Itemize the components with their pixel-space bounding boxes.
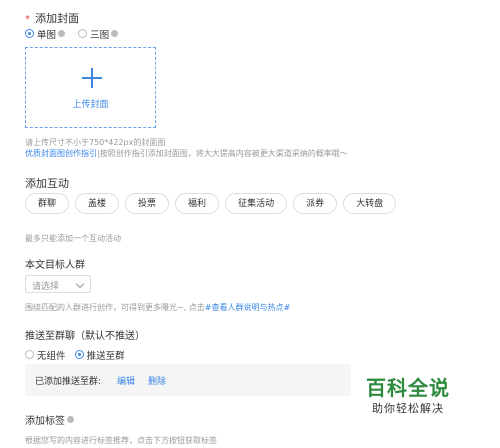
interaction-note: 最多只能添加一个互动活动 bbox=[25, 234, 121, 243]
option-single-image[interactable]: 单图 bbox=[25, 23, 70, 42]
radio-single-image[interactable] bbox=[25, 29, 34, 38]
chip-wheel[interactable]: 大转盘 bbox=[343, 193, 397, 214]
option-three-images[interactable]: 三图 bbox=[78, 23, 119, 42]
delete-link[interactable]: 删除 bbox=[148, 374, 166, 387]
push-title: 推送至群聊（默认不推送） bbox=[25, 331, 145, 342]
option-single-label: 单图 bbox=[37, 29, 57, 41]
plus-icon-vertical bbox=[91, 68, 93, 88]
upload-cover-label: 上传封面 bbox=[72, 100, 109, 110]
cover-layout-options: 单图 三图 bbox=[25, 23, 119, 42]
info-icon bbox=[58, 30, 66, 37]
upload-cover-button[interactable]: 上传封面 bbox=[25, 47, 156, 128]
audience-hint: 围绕匹配的人群进行创作，可得到更多曝光~, 点击#查看人群说明与热点# bbox=[25, 302, 290, 313]
cover-size-hint: 请上传尺寸不小于750*422px的封面图 bbox=[25, 138, 166, 147]
cover-guide-link[interactable]: 优质封面图创作指引 bbox=[25, 149, 97, 158]
option-push-to-group[interactable]: 推送至群 bbox=[74, 344, 125, 363]
cover-guide-text: |按照创作指引添加封面图，将大大提高内容被更大渠道采纳的概率哦～ bbox=[97, 149, 348, 158]
interaction-title: 添加互动 bbox=[25, 177, 69, 190]
option-push-to-group-label: 推送至群 bbox=[86, 350, 125, 362]
option-no-component[interactable]: 无组件 bbox=[25, 344, 71, 363]
watermark-slogan: 助你轻松解决 bbox=[372, 402, 444, 415]
edit-link[interactable]: 编辑 bbox=[117, 374, 135, 387]
tags-title: 添加标签 bbox=[25, 416, 65, 427]
option-three-label: 三图 bbox=[90, 29, 110, 41]
cover-guide-hint: 优质封面图创作指引|按照创作指引添加封面图，将大大提高内容被更大渠道采纳的概率哦… bbox=[25, 148, 348, 159]
tags-hint: 根据您写的内容进行标签推荐，点击下方按钮获取标签 bbox=[25, 436, 217, 445]
audience-hint-link[interactable]: #查看人群说明与热点# bbox=[205, 303, 290, 312]
tags-header: 添加标签 bbox=[25, 409, 74, 428]
chip-group-chat[interactable]: 群聊 bbox=[25, 193, 70, 214]
audience-select[interactable]: 请选择 bbox=[25, 275, 91, 293]
added-push-box: 已添加推送至群: 编辑 删除 bbox=[25, 364, 351, 396]
option-no-component-label: 无组件 bbox=[37, 350, 66, 362]
radio-push-to-group[interactable] bbox=[74, 350, 84, 359]
audience-title: 本文目标人群 bbox=[25, 260, 85, 271]
chip-coupon[interactable]: 派券 bbox=[293, 193, 338, 214]
radio-three-images[interactable] bbox=[78, 29, 88, 38]
push-options: 无组件 推送至群 bbox=[25, 344, 125, 363]
added-push-label: 已添加推送至群: bbox=[35, 377, 102, 387]
chip-vote[interactable]: 投票 bbox=[125, 193, 170, 214]
chevron-down-icon bbox=[75, 279, 85, 289]
audience-hint-text: 围绕匹配的人群进行创作，可得到更多曝光~, 点击 bbox=[25, 303, 205, 312]
info-icon bbox=[67, 416, 74, 423]
chip-floor[interactable]: 盖楼 bbox=[75, 193, 120, 214]
interaction-chips: 群聊 盖楼 投票 福利 征集活动 派券 大转盘 bbox=[25, 193, 397, 214]
audience-select-placeholder: 请选择 bbox=[32, 282, 60, 292]
chip-collection[interactable]: 征集活动 bbox=[225, 193, 288, 214]
radio-no-component[interactable] bbox=[25, 350, 34, 359]
chip-benefit[interactable]: 福利 bbox=[175, 193, 220, 214]
watermark-logo-text: 百科全说 bbox=[366, 376, 450, 400]
info-icon bbox=[111, 30, 119, 37]
